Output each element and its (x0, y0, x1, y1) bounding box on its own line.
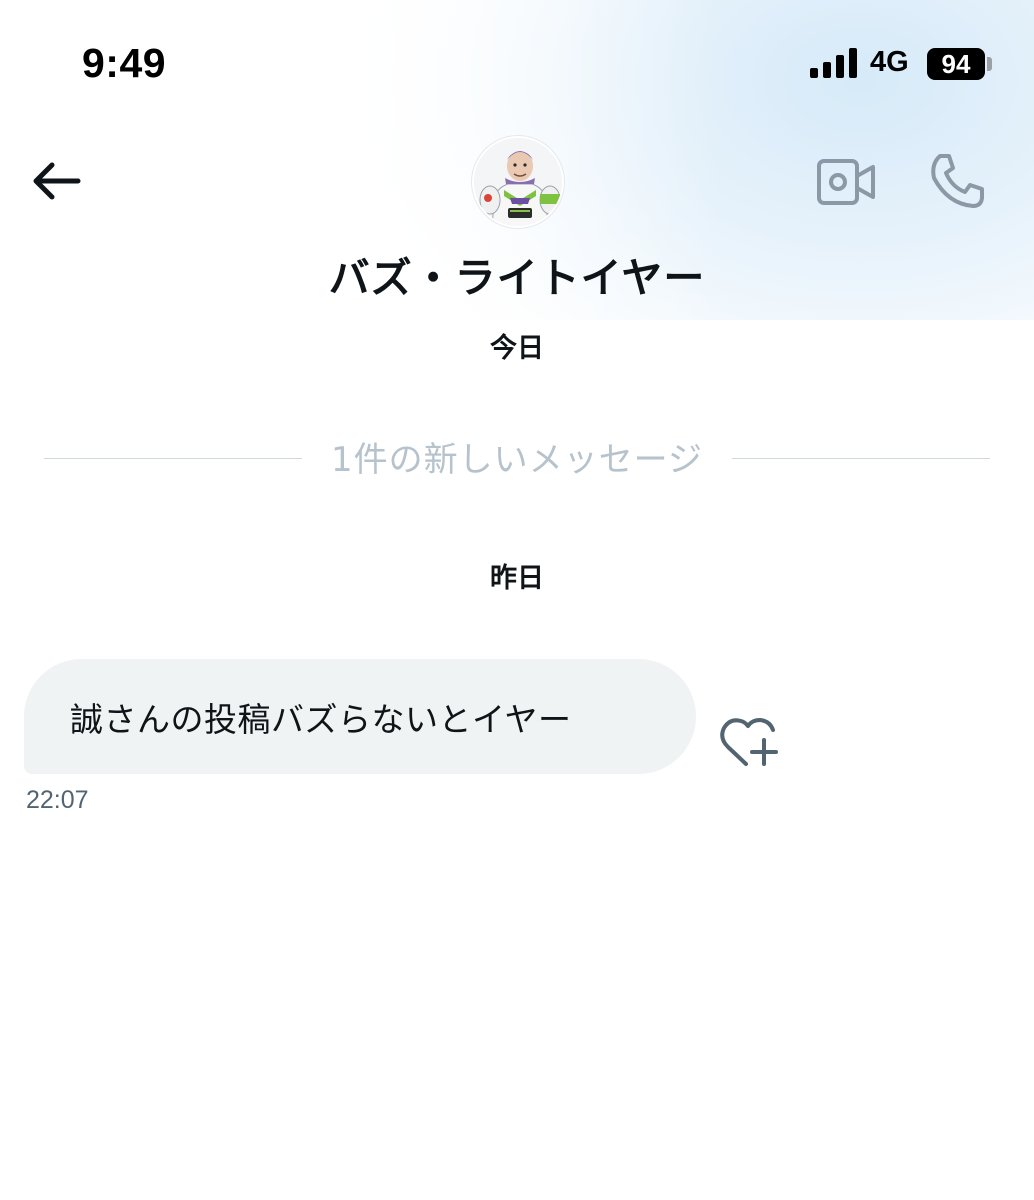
message-bubble[interactable]: 誠さんの投稿バズらないとイヤー (24, 659, 696, 774)
battery-level: 94 (927, 48, 985, 80)
message-text: 誠さんの投稿バズらないとイヤー (70, 699, 572, 739)
contact-name[interactable]: バズ・ライトイヤー (0, 244, 1034, 304)
contact-avatar[interactable] (472, 136, 564, 228)
add-reaction-button[interactable] (716, 712, 782, 772)
new-messages-label: 1件の新しいメッセージ (331, 440, 703, 480)
heart-plus-icon (720, 718, 778, 766)
video-call-button[interactable] (816, 156, 876, 208)
buzz-lightyear-avatar-image (474, 138, 562, 226)
voice-call-button[interactable] (926, 150, 988, 212)
arrow-left-icon (33, 162, 81, 200)
network-type: 4G (870, 46, 909, 78)
date-separator-today: 今日 (490, 333, 544, 364)
divider-line-right (732, 458, 990, 459)
back-button[interactable] (26, 156, 86, 206)
status-time: 9:49 (82, 40, 167, 86)
phone-icon (931, 154, 984, 208)
date-separator-yesterday: 昨日 (490, 563, 544, 594)
video-camera-icon (817, 159, 875, 205)
status-bar: 9:49 4G 94 (0, 0, 1034, 120)
signal-strength-icon (810, 48, 858, 78)
message-timestamp: 22:07 (26, 786, 89, 814)
new-messages-divider: 1件の新しいメッセージ (44, 432, 990, 484)
battery-cap-icon (987, 57, 992, 71)
dm-conversation-screen: 9:49 4G 94 バズ・ライトイヤー 今日 1件の新しいメッセージ 昨日 誠… (0, 0, 1034, 1200)
